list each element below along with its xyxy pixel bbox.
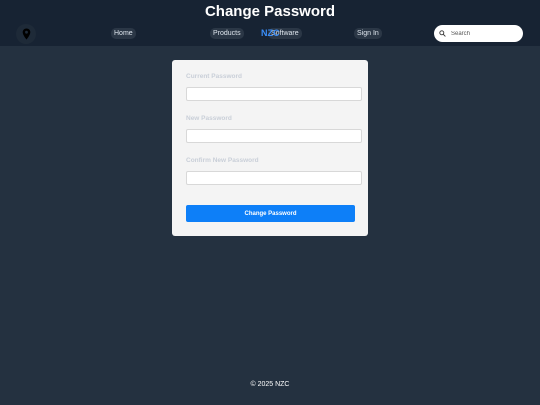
page: Change Password Home Products Software N…	[0, 0, 540, 405]
new-password-field[interactable]	[186, 129, 362, 143]
current-password-label: Current Password	[186, 73, 242, 80]
search-icon	[439, 30, 447, 38]
map-pin-icon	[22, 28, 31, 40]
logo[interactable]	[16, 24, 36, 44]
current-password-field[interactable]	[186, 87, 362, 101]
change-password-form: Current Password New Password Confirm Ne…	[172, 60, 368, 236]
new-password-label: New Password	[186, 115, 232, 122]
nav-products[interactable]: Products	[210, 28, 244, 39]
search-input[interactable]	[451, 30, 517, 37]
page-title: Change Password	[204, 3, 336, 20]
nav-sign-in[interactable]: Sign In	[354, 28, 382, 39]
change-password-button[interactable]: Change Password	[186, 205, 355, 222]
search-box[interactable]	[434, 25, 523, 42]
brand-logo-text: NZC	[261, 28, 280, 38]
top-header: Change Password Home Products Software N…	[0, 0, 540, 46]
nav-home[interactable]: Home	[111, 28, 136, 39]
confirm-password-field[interactable]	[186, 171, 362, 185]
footer-copyright: © 2025 NZC	[250, 381, 290, 388]
confirm-password-label: Confirm New Password	[186, 157, 259, 164]
